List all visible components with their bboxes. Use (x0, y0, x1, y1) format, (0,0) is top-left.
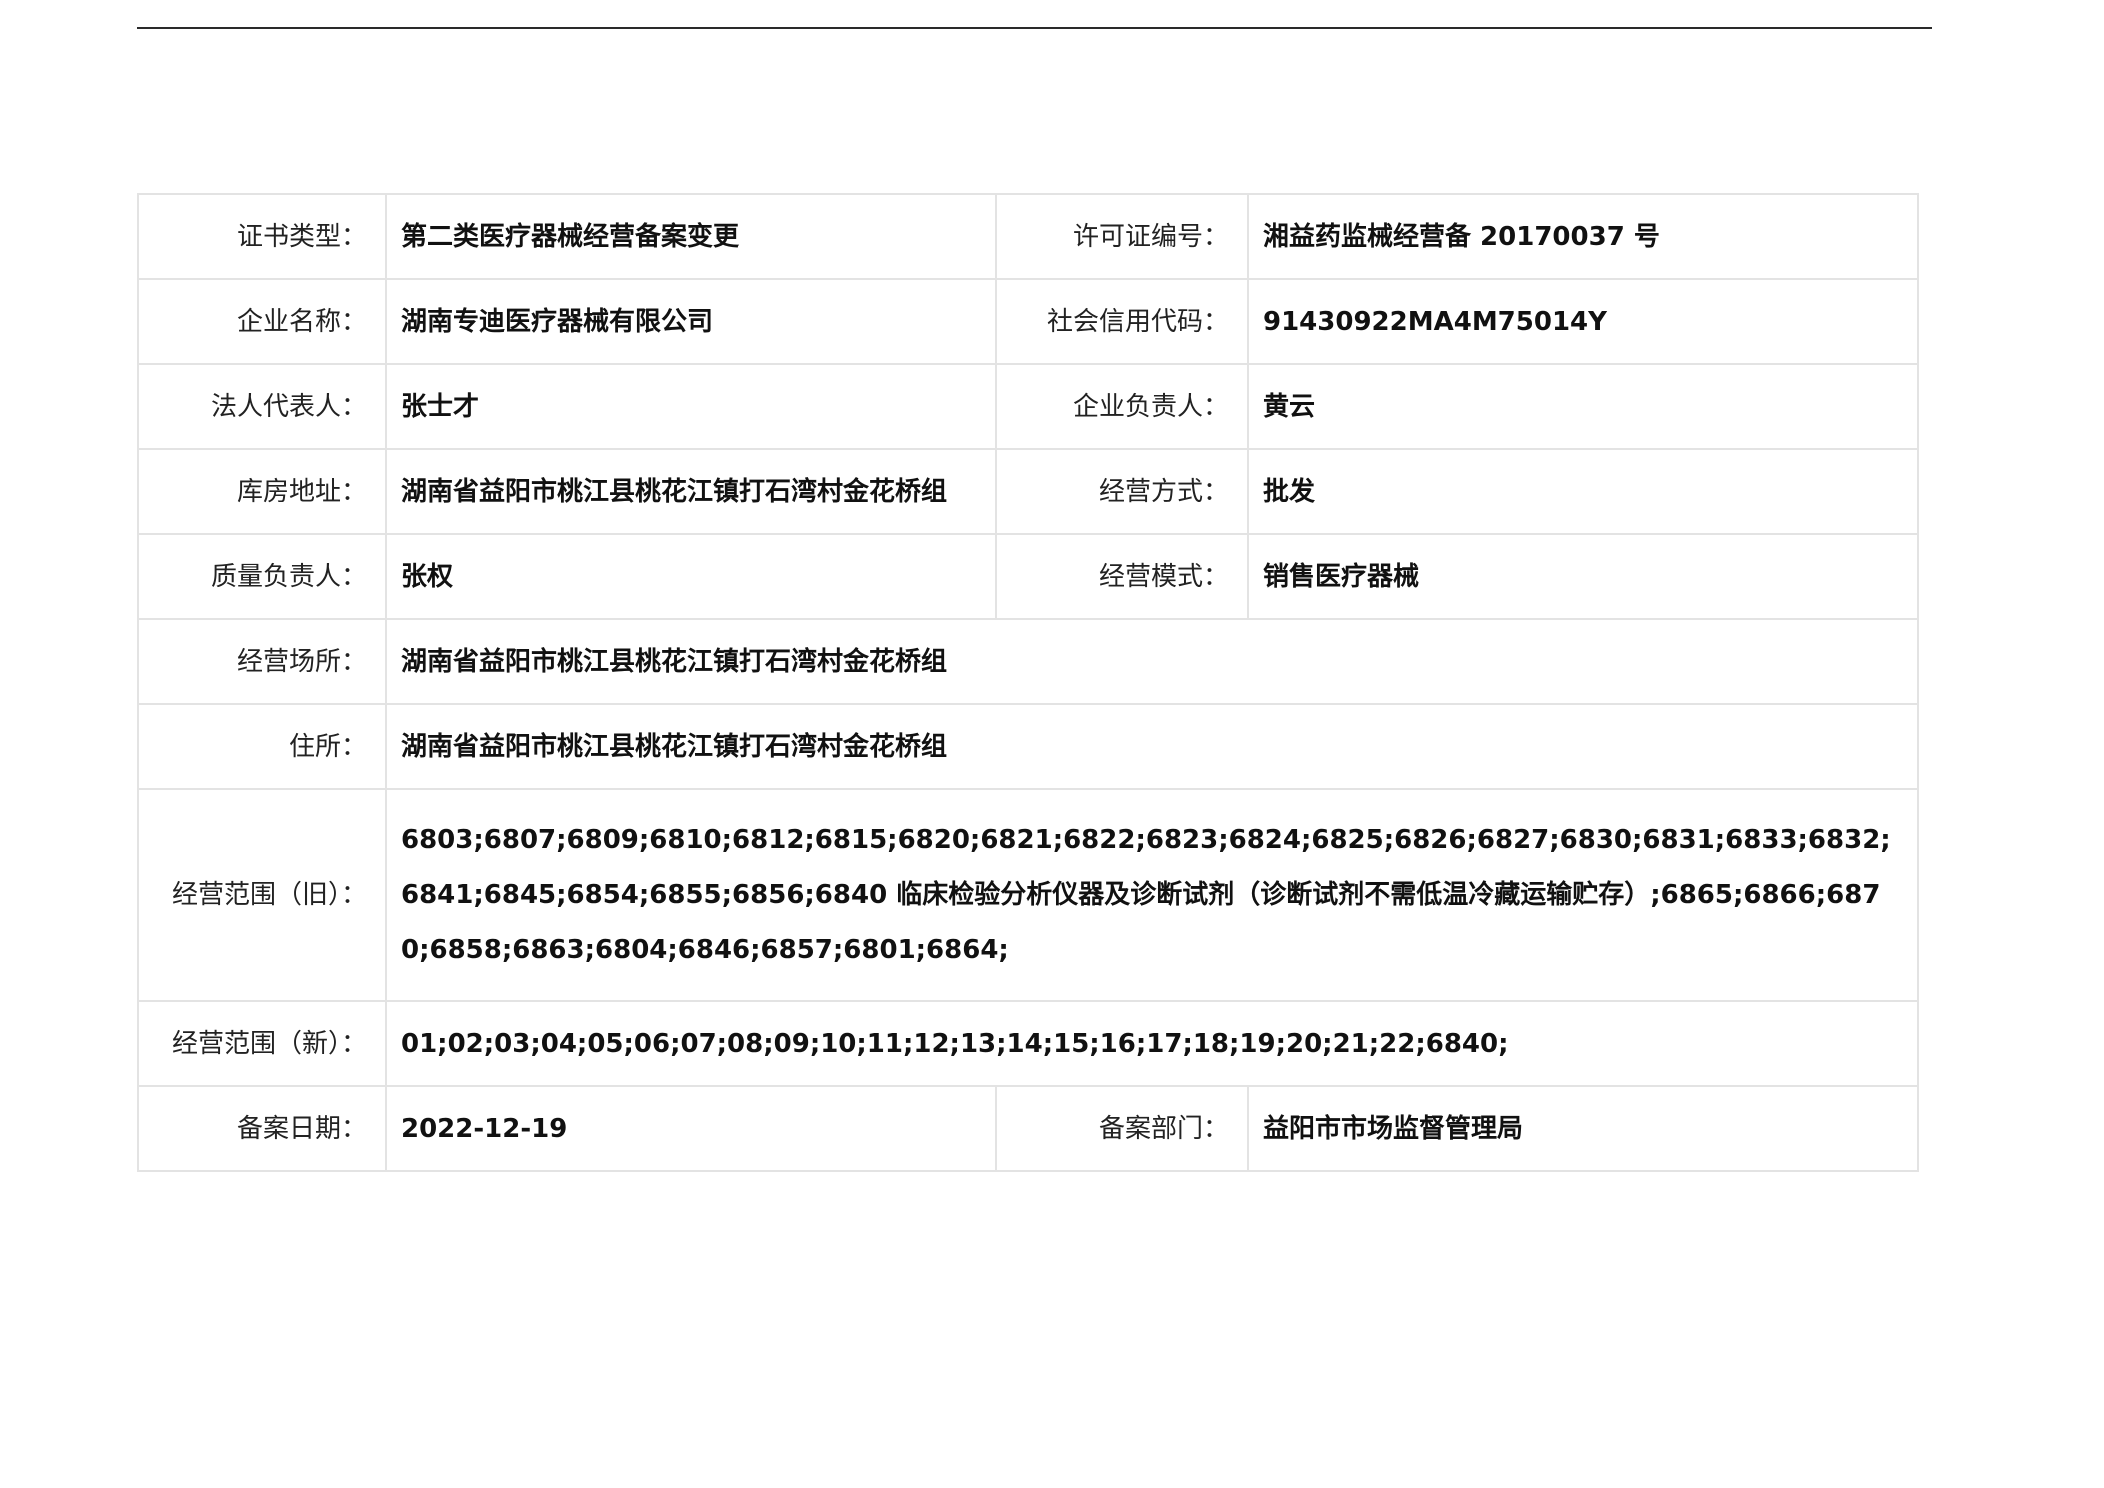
scope-new-label: 经营范围（新）： (137, 1000, 387, 1087)
table-row: 备案日期： 2022-12-19 备案部门： 益阳市市场监督管理局 (137, 1085, 1919, 1172)
cert-type-label: 证书类型： (137, 193, 387, 280)
table-row: 证书类型： 第二类医疗器械经营备案变更 许可证编号： 湘益药监械经营备 2017… (137, 193, 1919, 280)
record-dept-label: 备案部门： (995, 1085, 1249, 1172)
table-row: 质量负责人： 张权 经营模式： 销售医疗器械 (137, 533, 1919, 620)
credit-code-label: 社会信用代码： (995, 278, 1249, 365)
table-row: 住所： 湖南省益阳市桃江县桃花江镇打石湾村金花桥组 (137, 703, 1919, 790)
warehouse-addr-label: 库房地址： (137, 448, 387, 535)
legal-rep-label: 法人代表人： (137, 363, 387, 450)
company-head-value: 黄云 (1247, 363, 1919, 450)
company-name-label: 企业名称： (137, 278, 387, 365)
record-date-label: 备案日期： (137, 1085, 387, 1172)
company-head-label: 企业负责人： (995, 363, 1249, 450)
record-date-value: 2022-12-19 (385, 1085, 997, 1172)
business-premises-value: 湖南省益阳市桃江县桃花江镇打石湾村金花桥组 (385, 618, 1919, 705)
business-method-value: 批发 (1247, 448, 1919, 535)
table-row: 经营范围（旧）： 6803;6807;6809;6810;6812;6815;6… (137, 788, 1919, 1002)
table-row: 库房地址： 湖南省益阳市桃江县桃花江镇打石湾村金花桥组 经营方式： 批发 (137, 448, 1919, 535)
business-mode-value: 销售医疗器械 (1247, 533, 1919, 620)
business-mode-label: 经营模式： (995, 533, 1249, 620)
record-dept-value: 益阳市市场监督管理局 (1247, 1085, 1919, 1172)
table-row: 企业名称： 湖南专迪医疗器械有限公司 社会信用代码： 91430922MA4M7… (137, 278, 1919, 365)
top-divider (137, 27, 1932, 29)
table-row: 经营场所： 湖南省益阳市桃江县桃花江镇打石湾村金花桥组 (137, 618, 1919, 705)
table-row: 法人代表人： 张士才 企业负责人： 黄云 (137, 363, 1919, 450)
quality-head-value: 张权 (385, 533, 997, 620)
legal-rep-value: 张士才 (385, 363, 997, 450)
record-info-table: 证书类型： 第二类医疗器械经营备案变更 许可证编号： 湘益药监械经营备 2017… (137, 193, 1919, 1172)
scope-old-value: 6803;6807;6809;6810;6812;6815;6820;6821;… (385, 788, 1919, 1002)
residence-label: 住所： (137, 703, 387, 790)
company-name-value: 湖南专迪医疗器械有限公司 (385, 278, 997, 365)
scope-new-value: 01;02;03;04;05;06;07;08;09;10;11;12;13;1… (385, 1000, 1919, 1087)
license-no-value: 湘益药监械经营备 20170037 号 (1247, 193, 1919, 280)
warehouse-addr-value: 湖南省益阳市桃江县桃花江镇打石湾村金花桥组 (385, 448, 997, 535)
business-method-label: 经营方式： (995, 448, 1249, 535)
credit-code-value: 91430922MA4M75014Y (1247, 278, 1919, 365)
cert-type-value: 第二类医疗器械经营备案变更 (385, 193, 997, 280)
residence-value: 湖南省益阳市桃江县桃花江镇打石湾村金花桥组 (385, 703, 1919, 790)
quality-head-label: 质量负责人： (137, 533, 387, 620)
business-premises-label: 经营场所： (137, 618, 387, 705)
table-row: 经营范围（新）： 01;02;03;04;05;06;07;08;09;10;1… (137, 1000, 1919, 1087)
scope-old-label: 经营范围（旧）： (137, 788, 387, 1002)
license-no-label: 许可证编号： (995, 193, 1249, 280)
